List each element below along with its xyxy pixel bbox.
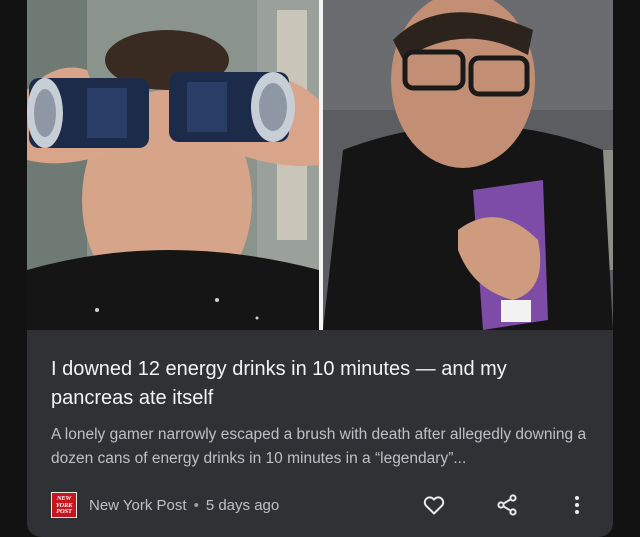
right-photo [323,0,613,330]
source-logo-line3: POST [56,508,72,515]
more-vertical-icon [575,496,579,514]
article-hero-image[interactable] [27,0,613,330]
news-card[interactable]: I downed 12 energy drinks in 10 minutes … [27,0,613,537]
article-headline[interactable]: I downed 12 energy drinks in 10 minutes … [51,355,591,413]
article-snippet: A lonely gamer narrowly escaped a brush … [51,426,587,467]
share-icon [497,494,517,516]
article-meta: NEW YORK POST New York Post • 5 days ago [51,491,279,519]
source-name[interactable]: New York Post [89,497,187,514]
meta-separator: • [193,496,199,514]
like-button[interactable] [420,491,448,519]
left-photo [27,0,319,330]
share-button[interactable] [493,491,521,519]
more-options-button[interactable] [563,491,591,519]
source-logo: NEW YORK POST [51,492,77,518]
heart-outline-icon [423,496,445,515]
article-age: 5 days ago [205,496,280,514]
